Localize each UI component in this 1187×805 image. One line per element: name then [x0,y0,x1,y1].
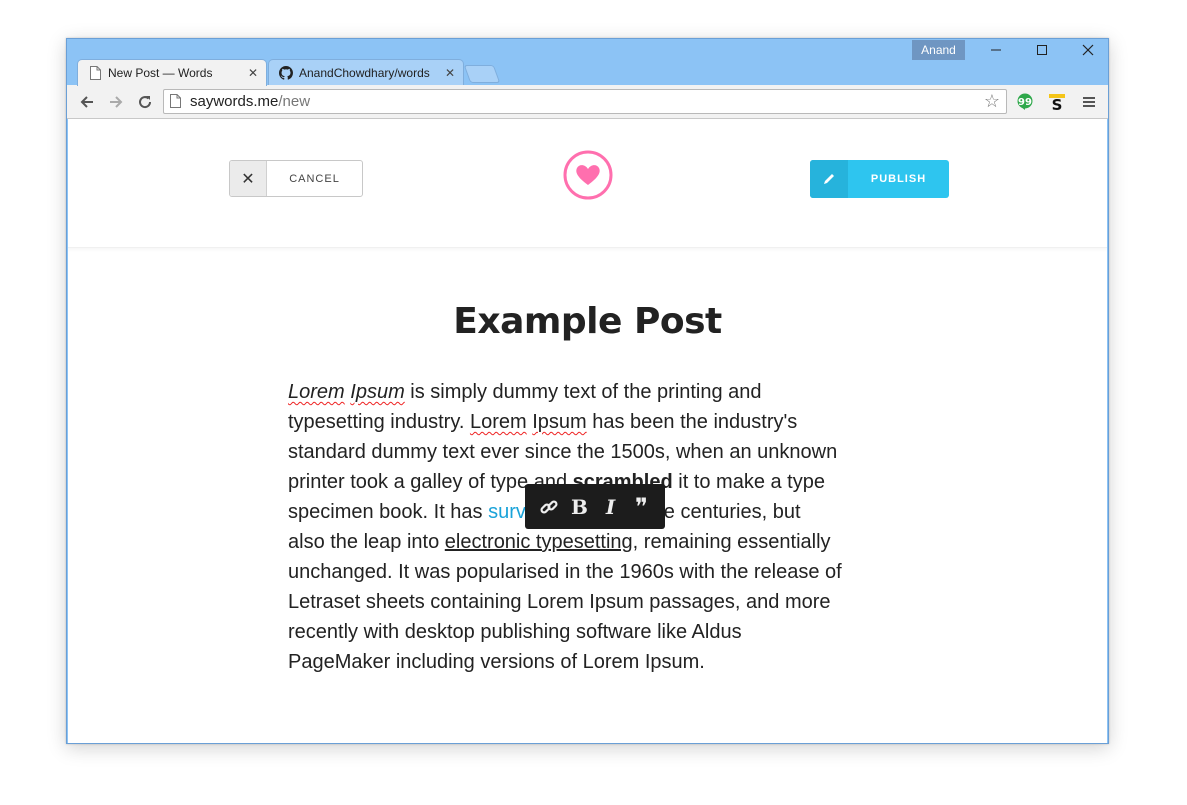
cancel-button[interactable]: ✕ CANCEL [229,160,363,197]
close-icon [1082,44,1094,56]
bookmark-star-icon[interactable]: ☆ [984,91,1000,112]
body-text: it to make a type [672,471,825,493]
body-line: Lorem Ipsum is simply dummy text of the … [288,377,898,407]
format-toolbar: B I ❞ [525,484,665,529]
reload-icon [139,96,152,109]
tab-close-icon[interactable]: ✕ [445,66,455,80]
url-text: saywords.me/new [190,90,310,113]
arrow-left-icon [80,96,93,108]
cancel-label: CANCEL [289,172,340,185]
pencil-icon [810,160,848,198]
arrow-right-icon [110,96,123,108]
body-text: specimen book. It has [288,501,489,523]
new-tab-button[interactable] [463,65,501,83]
browser-window: Anand New Post — Words ✕ AnandChowdhary/… [66,38,1109,744]
forward-button[interactable] [106,92,126,112]
body-line: Letraset sheets containing Lorem Ipsum p… [288,591,831,613]
minimize-icon [991,49,1001,51]
close-window-button[interactable] [1065,39,1111,61]
browser-toolbar: saywords.me/new ☆ 99 S [67,85,1108,119]
quote-button[interactable]: ❞ [630,493,654,521]
body-line: also the leap into electronic typesettin… [288,527,898,557]
menu-icon[interactable] [1079,92,1099,112]
page-icon [170,94,181,113]
url-host: saywords.me [190,93,279,110]
spellcheck-word: Ipsum [532,411,587,433]
publish-label: PUBLISH [870,173,927,185]
body-text: is simply dummy text of the printing and [404,381,762,403]
publish-button[interactable]: PUBLISH [810,160,949,198]
body-text: has been the industry's [586,411,798,433]
body-line: standard dummy text ever since the 1500s… [288,441,838,463]
back-button[interactable] [77,92,97,112]
body-line: unchanged. It was popularised in the 196… [288,561,842,583]
body-line: PageMaker including versions of Lorem Ip… [288,651,705,673]
github-icon [279,65,293,80]
close-icon: ✕ [230,161,267,196]
address-bar[interactable]: saywords.me/new ☆ [163,89,1007,114]
bold-button[interactable]: B [568,495,592,519]
body-text: typesetting industry. [288,411,470,433]
underlined-text: electronic typesetting [444,531,633,553]
italic-text: Ipsum [350,381,405,403]
italic-text: Lorem [288,381,345,403]
tab-close-icon[interactable]: ✕ [248,66,258,80]
svg-text:S: S [1052,96,1063,111]
tab-title: AnandChowdhary/words [299,65,430,80]
body-line: recently with desktop publishing softwar… [288,621,742,643]
body-line: typesetting industry. Lorem Ipsum has be… [288,407,898,437]
body-text: also the leap into [288,531,445,553]
svg-text:99: 99 [1018,97,1032,108]
italic-button[interactable]: I [599,495,623,519]
minimize-button[interactable] [973,39,1019,61]
maximize-icon [1037,45,1047,55]
user-badge[interactable]: Anand [912,40,965,60]
heart-logo-icon [563,150,613,200]
link-icon[interactable] [537,497,561,517]
body-text: , remaining essentially [632,531,831,553]
url-path: /new [278,93,311,110]
page-viewport: ✕ CANCEL PUBLISH Example Post Lorem Ipsu… [68,119,1107,743]
page-icon [88,66,102,80]
reload-button[interactable] [135,92,155,112]
tab-github[interactable]: AnandChowdhary/words ✕ [268,59,464,85]
maximize-button[interactable] [1019,39,1065,61]
tab-title: New Post — Words [108,66,213,80]
hangouts-extension-icon[interactable]: 99 [1015,92,1035,112]
spellcheck-word: Lorem [469,411,527,433]
tab-new-post[interactable]: New Post — Words ✕ [77,59,267,86]
editor-header: ✕ CANCEL PUBLISH [68,119,1107,248]
post-title[interactable]: Example Post [68,301,1107,342]
s-extension-icon[interactable]: S [1047,92,1067,112]
